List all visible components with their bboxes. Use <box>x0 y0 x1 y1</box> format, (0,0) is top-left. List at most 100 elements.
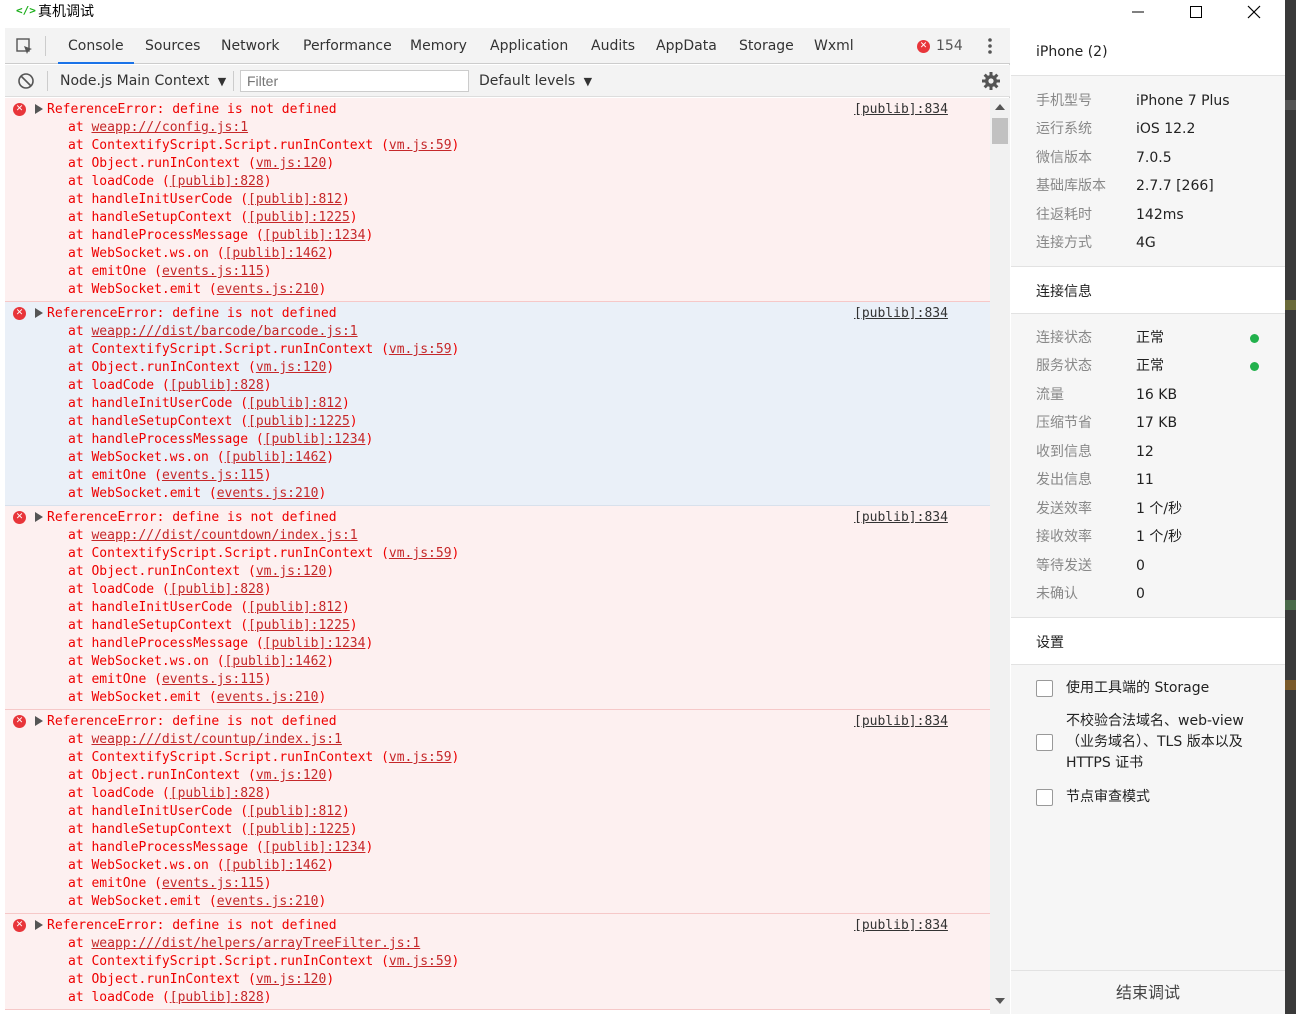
error-count-badge[interactable]: ✕ 154 <box>917 37 963 55</box>
stack-location-link[interactable]: vm.js:59 <box>389 138 452 153</box>
stack-location-link[interactable]: [publib]:1234 <box>264 228 366 243</box>
scroll-up-arrow-icon[interactable] <box>995 104 1005 110</box>
stack-location-link[interactable]: [publib]:1225 <box>248 822 350 837</box>
stack-function-name: handleSetupContext <box>91 822 233 837</box>
stack-location-link[interactable]: events.js:210 <box>217 282 319 297</box>
info-key: 流量 <box>1036 387 1064 403</box>
stack-location-link[interactable]: weapp:///config.js:1 <box>91 120 248 135</box>
stack-location-link[interactable]: weapp:///dist/helpers/arrayTreeFilter.js… <box>91 936 420 951</box>
tab-performance[interactable]: Performance <box>293 28 402 64</box>
console-scrollbar[interactable] <box>990 98 1010 1014</box>
stack-frame: at handleProcessMessage ([publib]:1234) <box>68 228 374 243</box>
expand-triangle-icon[interactable] <box>35 512 43 522</box>
stack-location-link[interactable]: vm.js:120 <box>256 360 326 375</box>
stack-location-link[interactable]: weapp:///dist/barcode/barcode.js:1 <box>91 324 357 339</box>
source-link[interactable]: [publib]:834 <box>854 917 948 935</box>
source-link[interactable]: [publib]:834 <box>854 305 948 323</box>
setting-label[interactable]: 节点审查模式 <box>1066 787 1271 808</box>
tab-sources[interactable]: Sources <box>135 28 210 64</box>
setting-checkbox[interactable] <box>1036 789 1053 806</box>
stack-location-link[interactable]: [publib]:812 <box>248 396 342 411</box>
clear-console-icon[interactable] <box>17 72 35 90</box>
stack-location-link[interactable]: [publib]:1462 <box>225 654 327 669</box>
filter-input[interactable] <box>240 70 469 92</box>
stack-location-link[interactable]: [publib]:828 <box>170 990 264 1005</box>
stack-location-link[interactable]: weapp:///dist/countup/index.js:1 <box>91 732 341 747</box>
stack-location-link[interactable]: vm.js:120 <box>256 972 326 987</box>
console-output[interactable]: ✕ ReferenceError: define is not defined [p… <box>5 98 990 1014</box>
expand-triangle-icon[interactable] <box>35 716 43 726</box>
tab-console[interactable]: Console <box>58 28 134 64</box>
stack-location-link[interactable]: [publib]:1225 <box>248 210 350 225</box>
expand-triangle-icon[interactable] <box>35 308 43 318</box>
setting-label[interactable]: 使用工具端的 Storage <box>1066 678 1271 699</box>
stack-location-link[interactable]: vm.js:120 <box>256 768 326 783</box>
console-error-entry[interactable]: ✕ ReferenceError: define is not defined [p… <box>5 98 990 302</box>
close-button[interactable] <box>1225 0 1283 24</box>
stack-location-link[interactable]: [publib]:812 <box>248 804 342 819</box>
log-levels-dropdown[interactable]: Default levels ▼ <box>479 65 592 97</box>
console-error-entry[interactable]: ✕ ReferenceError: define is not defined [p… <box>5 914 990 1010</box>
stack-location-link[interactable]: vm.js:120 <box>256 564 326 579</box>
gear-icon[interactable] <box>981 71 1001 91</box>
stack-location-link[interactable]: events.js:115 <box>162 468 264 483</box>
stack-location-link[interactable]: events.js:115 <box>162 264 264 279</box>
stack-location-link[interactable]: vm.js:59 <box>389 954 452 969</box>
expand-triangle-icon[interactable] <box>35 920 43 930</box>
source-link[interactable]: [publib]:834 <box>854 713 948 731</box>
minimize-button[interactable] <box>1109 0 1167 24</box>
tab-network[interactable]: Network <box>211 28 289 64</box>
source-link[interactable]: [publib]:834 <box>854 509 948 527</box>
end-debug-button[interactable]: 结束调试 <box>1011 970 1285 1014</box>
stack-location-link[interactable]: [publib]:812 <box>248 192 342 207</box>
source-link[interactable]: [publib]:834 <box>854 101 948 119</box>
tab-application[interactable]: Application <box>480 28 578 64</box>
expand-triangle-icon[interactable] <box>35 104 43 114</box>
tab-audits[interactable]: Audits <box>581 28 645 64</box>
tab-memory[interactable]: Memory <box>400 28 477 64</box>
stack-location-link[interactable]: events.js:115 <box>162 672 264 687</box>
setting-label[interactable]: 不校验合法域名、web-view（业务域名）、TLS 版本以及 HTTPS 证书 <box>1066 711 1271 774</box>
stack-frame: at handleInitUserCode ([publib]:812) <box>68 600 350 615</box>
stack-location-link[interactable]: [publib]:1225 <box>248 618 350 633</box>
stack-location-link[interactable]: [publib]:828 <box>170 582 264 597</box>
stack-location-link[interactable]: [publib]:828 <box>170 174 264 189</box>
stack-location-link[interactable]: [publib]:1462 <box>225 450 327 465</box>
stack-location-link[interactable]: events.js:210 <box>217 486 319 501</box>
maximize-button[interactable] <box>1167 0 1225 24</box>
stack-at-keyword: at <box>68 582 92 597</box>
stack-location-link[interactable]: events.js:210 <box>217 894 319 909</box>
stack-location-link[interactable]: [publib]:1234 <box>264 432 366 447</box>
tab-wxml[interactable]: Wxml <box>804 28 864 64</box>
tab-storage[interactable]: Storage <box>729 28 804 64</box>
console-error-entry[interactable]: ✕ ReferenceError: define is not defined [p… <box>5 710 990 914</box>
setting-checkbox[interactable] <box>1036 734 1053 751</box>
stack-location-link[interactable]: weapp:///dist/countdown/index.js:1 <box>91 528 357 543</box>
stack-location-link[interactable]: [publib]:1225 <box>248 414 350 429</box>
stack-location-link[interactable]: vm.js:59 <box>389 750 452 765</box>
inspect-element-icon[interactable] <box>16 38 34 56</box>
stack-location-link[interactable]: [publib]:812 <box>248 600 342 615</box>
scrollbar-thumb[interactable] <box>992 118 1008 144</box>
stack-location-link[interactable]: vm.js:59 <box>389 342 452 357</box>
stack-location-link[interactable]: [publib]:1234 <box>264 636 366 651</box>
stack-location-link[interactable]: vm.js:120 <box>256 156 326 171</box>
kebab-menu-icon[interactable] <box>984 36 996 56</box>
stack-location-link[interactable]: [publib]:1462 <box>225 858 327 873</box>
console-error-entry[interactable]: ✕ ReferenceError: define is not defined [p… <box>5 506 990 710</box>
console-error-entry[interactable]: ✕ ReferenceError: define is not defined [p… <box>5 302 990 506</box>
error-message: ReferenceError: define is not defined <box>47 510 337 525</box>
info-value: 16 KB <box>1136 387 1178 403</box>
connection-info-row: 收到信息 12 <box>1036 442 1276 462</box>
stack-location-link[interactable]: [publib]:828 <box>170 786 264 801</box>
stack-location-link[interactable]: [publib]:828 <box>170 378 264 393</box>
stack-location-link[interactable]: [publib]:1462 <box>225 246 327 261</box>
scroll-down-arrow-icon[interactable] <box>995 998 1005 1004</box>
stack-location-link[interactable]: events.js:210 <box>217 690 319 705</box>
context-selector[interactable]: Node.js Main Context ▼ <box>60 65 226 97</box>
stack-location-link[interactable]: events.js:115 <box>162 876 264 891</box>
stack-location-link[interactable]: [publib]:1234 <box>264 840 366 855</box>
tab-appdata[interactable]: AppData <box>646 28 727 64</box>
setting-checkbox[interactable] <box>1036 680 1053 697</box>
stack-location-link[interactable]: vm.js:59 <box>389 546 452 561</box>
